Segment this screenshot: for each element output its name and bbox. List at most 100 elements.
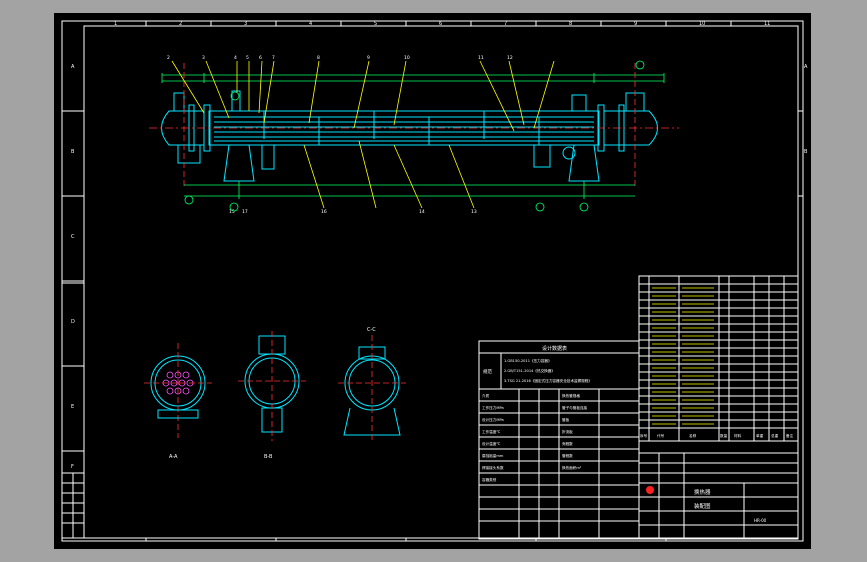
row-marker: A xyxy=(71,64,75,70)
col-marker: 2 xyxy=(179,21,182,27)
company-logo-icon xyxy=(646,486,654,494)
col-marker: 11 xyxy=(764,21,770,27)
col-marker: 10 xyxy=(699,21,705,27)
design-row-label: 工作温度℃ xyxy=(482,429,500,434)
callout-label: 6 xyxy=(259,55,262,61)
tube-bundle xyxy=(214,116,594,142)
row-marker: D xyxy=(71,319,75,325)
bottom-nozzle-shell xyxy=(261,144,275,170)
bottom-dimensions xyxy=(184,181,635,199)
parts-header-cell: 材料 xyxy=(734,433,742,438)
design-row-label: 介质 xyxy=(482,393,490,398)
left-saddle xyxy=(223,144,255,182)
callout-bubble xyxy=(184,195,194,205)
inner-frame xyxy=(83,25,799,539)
design-row-label: 设计温度℃ xyxy=(482,441,500,446)
callout-label: 3 xyxy=(202,55,205,61)
design-row-label: 换热管规格 xyxy=(562,393,580,398)
design-row-label: 管子与管板连接 xyxy=(562,405,588,410)
spec-line: 3.TSG 21-2016《固定式压力容器安全技术监察规程》 xyxy=(504,378,592,383)
right-saddle xyxy=(568,144,600,182)
drawing-number: HR-00 xyxy=(754,518,767,523)
top-nozzle-left xyxy=(173,92,185,112)
design-table-grid xyxy=(479,389,639,539)
drawing-title: 装配图 xyxy=(694,502,711,510)
col-marker: 8 xyxy=(569,21,572,27)
design-row-label: 设计压力MPa xyxy=(482,417,504,422)
section-label: C-C xyxy=(367,327,376,333)
elevation-view: 2 3 4 5 6 7 8 9 10 11 12 15 17 16 14 13 xyxy=(149,55,679,215)
callout-label: 9 xyxy=(367,55,370,61)
callout-label: 12 xyxy=(507,55,513,61)
cad-drawing: A B C D E F A B 1 2 3 4 5 6 7 8 9 10 11 xyxy=(61,20,808,542)
design-row-label: 管板 xyxy=(562,417,570,422)
row-marker: A xyxy=(804,64,808,70)
design-row-label: 腐蚀裕量mm xyxy=(482,453,504,458)
spec-label: 规范 xyxy=(483,368,492,375)
title-block-grid xyxy=(639,452,798,539)
parts-header-cell: 代号 xyxy=(657,433,665,438)
design-row-label: 壳程数 xyxy=(562,441,573,446)
parts-header-cell: 序号 xyxy=(640,433,648,438)
section-label: A-A xyxy=(169,454,178,460)
callout-label: 14 xyxy=(419,209,425,215)
row-markers: A B C D E F A B xyxy=(71,64,808,470)
callout-bubble xyxy=(535,202,545,212)
callout-label: 2 xyxy=(167,55,170,61)
design-row-label: 容器类别 xyxy=(482,477,497,482)
callouts-bottom: 15 17 16 14 13 xyxy=(229,209,477,215)
parts-header-cell: 名称 xyxy=(689,433,697,438)
col-marker: 1 xyxy=(114,21,117,27)
revision-table xyxy=(61,472,85,539)
design-data-table: 设计数据表 规范 1.GB150-2011《压力容器》 2.GB/T151-20… xyxy=(478,340,640,540)
row-marker: E xyxy=(71,404,74,410)
row-marker: B xyxy=(804,149,808,155)
top-nozzle-shell-right xyxy=(571,94,587,112)
title-block: 换热器 装配图 HR-00 xyxy=(638,440,799,540)
drawing-viewport[interactable]: A B C D E F A B 1 2 3 4 5 6 7 8 9 10 11 xyxy=(54,13,811,549)
col-marker: 6 xyxy=(439,21,442,27)
callout-label: 5 xyxy=(246,55,249,61)
parts-header-cell: 总重 xyxy=(771,433,779,438)
callout-label: 4 xyxy=(234,55,237,61)
callout-label: 16 xyxy=(321,209,327,215)
bottom-nozzle-right xyxy=(533,144,551,168)
design-row-label: 焊接接头系数 xyxy=(482,465,504,470)
section-label: B-B xyxy=(264,454,273,460)
section-view-b: B-B xyxy=(238,331,306,460)
callout-label: 17 xyxy=(242,209,248,215)
design-row-label: 折流板 xyxy=(562,429,573,434)
design-row-label: 换热面积m² xyxy=(562,465,582,470)
col-marker: 4 xyxy=(309,21,312,27)
design-row-label: 管程数 xyxy=(562,453,573,458)
callout-bubble xyxy=(635,60,645,70)
callout-bubble xyxy=(579,202,589,212)
callouts-top: 2 3 4 5 6 7 8 9 10 11 12 xyxy=(167,55,513,61)
callout-label: 13 xyxy=(471,209,477,215)
design-table-title: 设计数据表 xyxy=(542,345,567,352)
callout-label: 11 xyxy=(478,55,484,61)
col-marker: 3 xyxy=(244,21,247,27)
spec-line: 1.GB150-2011《压力容器》 xyxy=(504,358,552,363)
spec-line: 2.GB/T151-2014《热交换器》 xyxy=(504,368,555,373)
company-name: 换热器 xyxy=(694,488,711,496)
leader-lines xyxy=(171,60,555,209)
row-marker: F xyxy=(71,464,74,470)
parts-header-cell: 备注 xyxy=(786,433,794,438)
design-row-label: 工作压力MPa xyxy=(482,405,504,410)
row-marker: C xyxy=(71,234,75,240)
section-view-a: A-A xyxy=(144,343,212,460)
parts-list: 序号 代号 名称 数量 材料 单重 总重 备注 xyxy=(638,275,799,442)
row-marker: B xyxy=(71,149,75,155)
callout-label: 8 xyxy=(317,55,320,61)
callout-label: 7 xyxy=(272,55,275,61)
parts-header-cell: 单重 xyxy=(756,433,764,438)
col-marker: 7 xyxy=(504,21,507,27)
col-marker: 9 xyxy=(634,21,637,27)
callout-label: 15 xyxy=(229,209,235,215)
col-marker: 5 xyxy=(374,21,377,27)
section-view-c: C-C xyxy=(338,327,406,441)
callout-label: 10 xyxy=(404,55,410,61)
parts-list-header: 序号 代号 名称 数量 材料 单重 总重 备注 xyxy=(640,433,794,438)
parts-header-cell: 数量 xyxy=(720,433,728,438)
